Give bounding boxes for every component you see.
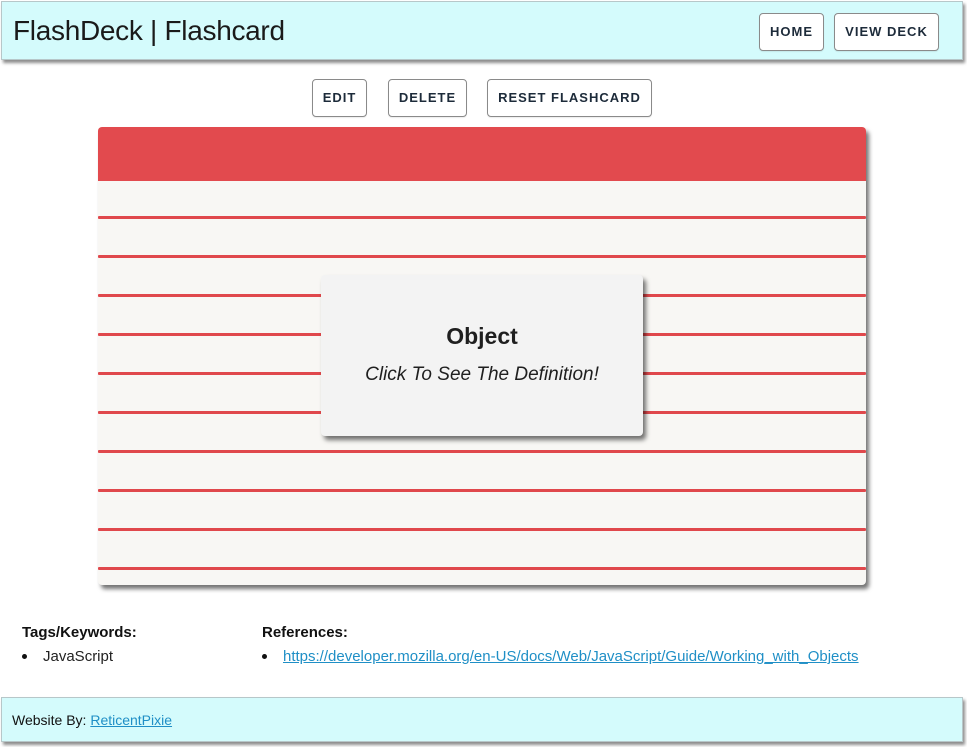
bullet-icon (22, 654, 27, 659)
tag-item: JavaScript (22, 647, 113, 666)
card-ruled-line (98, 450, 866, 453)
author-link[interactable]: ReticentPixie (90, 712, 172, 728)
card-ruled-line (98, 216, 866, 219)
reset-flashcard-button[interactable]: RESET FLASHCARD (487, 79, 652, 117)
card-ruled-line (98, 489, 866, 492)
references-heading: References: (262, 624, 348, 641)
tag-label: JavaScript (43, 648, 114, 665)
tags-list: JavaScript (22, 647, 113, 666)
card-header-band (98, 127, 866, 181)
home-button[interactable]: HOME (759, 13, 824, 51)
references-list: https://developer.mozilla.org/en-US/docs… (262, 647, 859, 666)
flashcard-term: Object (446, 323, 518, 349)
card-ruled-line (98, 255, 866, 258)
card-ruled-line (98, 567, 866, 570)
app-footer: Website By: ReticentPixie (1, 697, 963, 742)
view-deck-button[interactable]: VIEW DECK (834, 13, 939, 51)
delete-button[interactable]: DELETE (388, 79, 467, 117)
flashcard-term-button[interactable]: Object Click To See The Definition! (321, 275, 643, 436)
card-ruled-line (98, 528, 866, 531)
flashcard-hint: Click To See The Definition! (365, 364, 599, 385)
footer-credit: Website By: ReticentPixie (12, 712, 172, 728)
edit-button[interactable]: EDIT (312, 79, 367, 117)
tags-heading: Tags/Keywords: (22, 624, 137, 641)
page-title: FlashDeck | Flashcard (13, 15, 285, 46)
footer-prefix: Website By: (12, 712, 91, 728)
reference-item: https://developer.mozilla.org/en-US/docs… (262, 647, 859, 666)
bullet-icon (262, 654, 267, 659)
reference-link[interactable]: https://developer.mozilla.org/en-US/docs… (283, 648, 859, 665)
app-header: FlashDeck | Flashcard HOME VIEW DECK (1, 1, 963, 60)
